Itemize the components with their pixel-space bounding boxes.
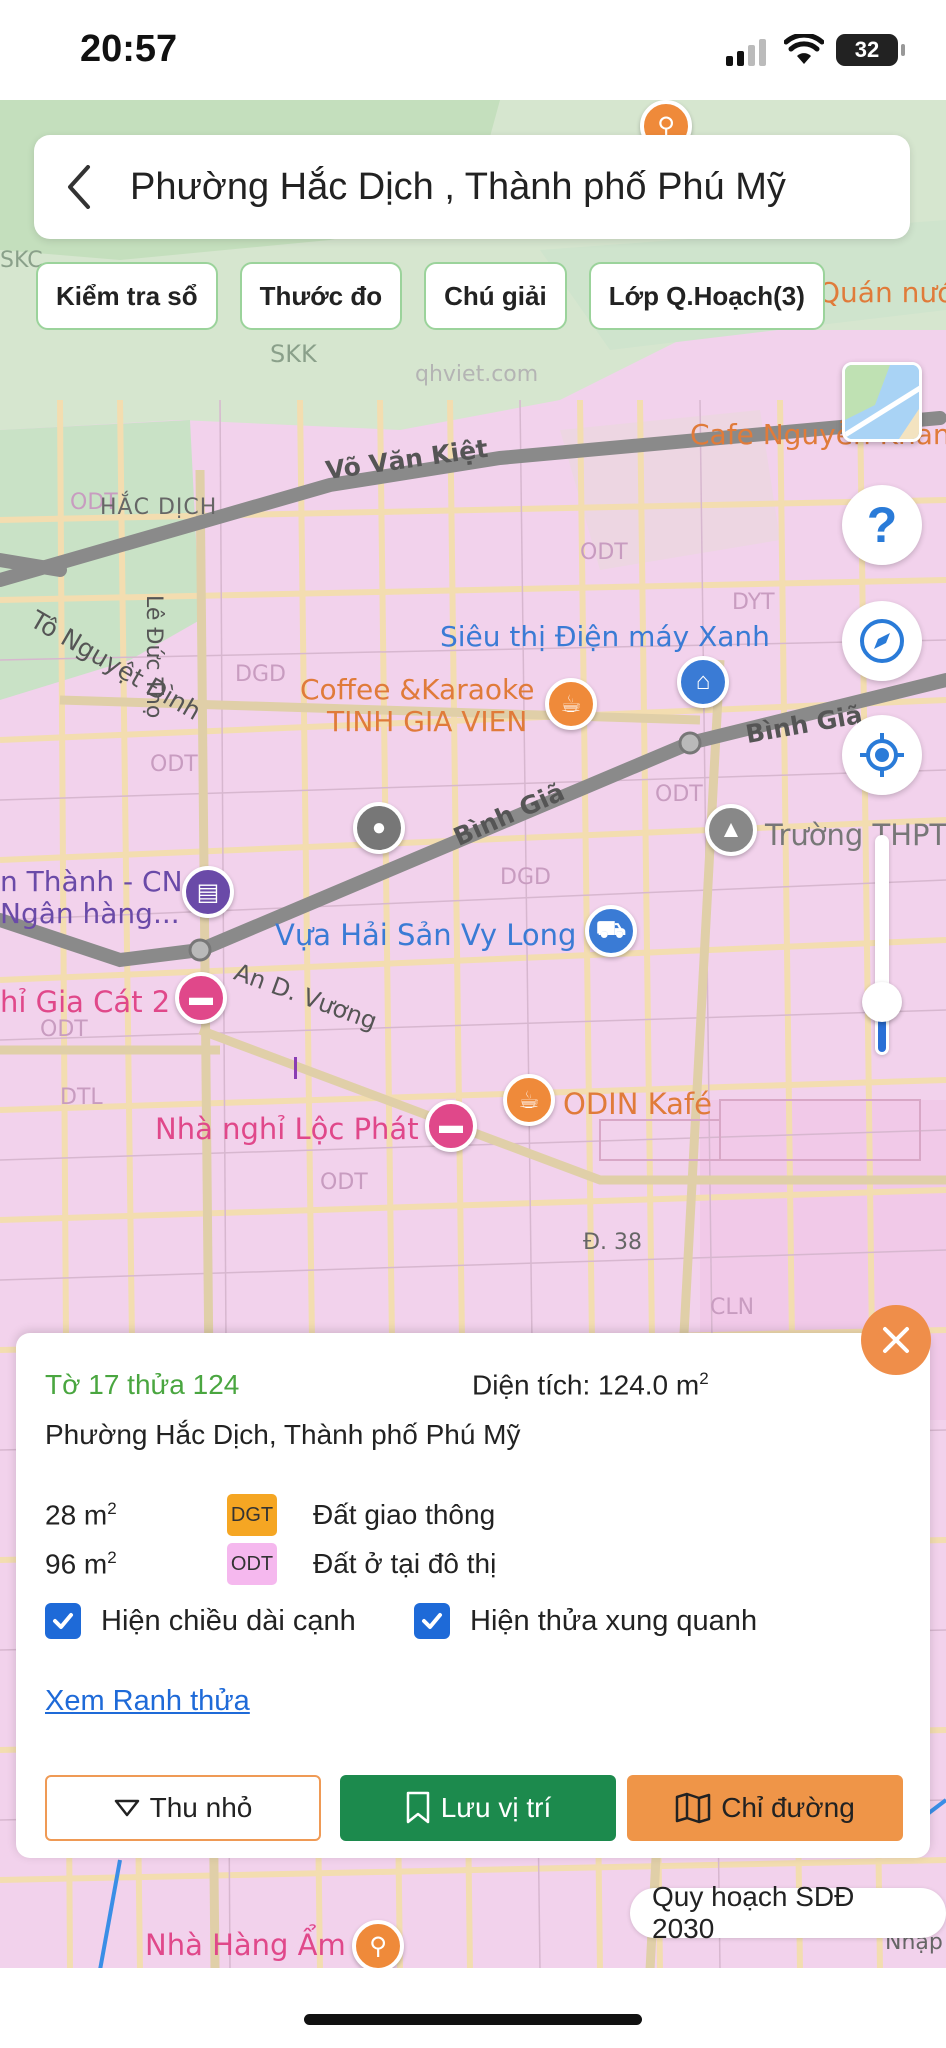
compass-icon (860, 619, 904, 663)
place-pin-icon[interactable]: ● (353, 802, 405, 854)
zone-label: ODT (40, 1017, 88, 1042)
view-boundary-link[interactable]: Xem Ranh thửa (45, 1685, 250, 1718)
close-panel-button[interactable] (861, 1305, 931, 1375)
land-use-name: Đất ở tại đô thị (313, 1548, 497, 1579)
minimize-button[interactable]: Thu nhỏ (45, 1775, 321, 1841)
page-title: Phường Hắc Dịch , Thành phố Phú Mỹ (130, 165, 786, 208)
my-location-button[interactable] (842, 715, 922, 795)
check-book-button[interactable]: Kiểm tra sổ (36, 262, 218, 330)
poi-label: ODIN Kafé (563, 1087, 712, 1121)
bottom-safe-area (0, 1968, 946, 2048)
compass-button[interactable] (842, 601, 922, 681)
zone-label: ODT (580, 540, 628, 565)
zone-label: ODT (150, 752, 198, 777)
zoom-slider-handle[interactable] (862, 982, 902, 1022)
area-label: HẮC DỊCH (100, 495, 218, 520)
directions-button[interactable]: Chỉ đường (627, 1775, 903, 1841)
checkbox-label: Hiện thửa xung quanh (470, 1604, 758, 1637)
close-icon (883, 1327, 909, 1353)
cellular-signal-icon (726, 38, 766, 66)
land-use-area: 28 m2 (45, 1498, 117, 1531)
poi-label: TINH GIA VIEN (327, 705, 528, 738)
question-icon: ? (867, 500, 898, 550)
home-indicator[interactable] (304, 2014, 642, 2025)
bank-icon[interactable]: ▤ (182, 866, 234, 918)
button-label: Chỉ đường (721, 1792, 855, 1823)
land-use-row: 96 m2 ODT Đất ở tại đô thị (45, 1542, 496, 1586)
zone-label: CLN (710, 1295, 755, 1320)
planning-layer-badge[interactable]: Quy hoạch SDĐ 2030 (630, 1881, 946, 1944)
show-neighbors-toggle[interactable]: Hiện thửa xung quanh (414, 1603, 757, 1639)
parcel-info-panel: Tờ 17 thửa 124 Diện tích: 124.0 m2 Phườn… (16, 1333, 930, 1858)
toolbar-chips: Kiểm tra sổ Thước đo Chú giải Lớp Q.Hoạc… (36, 262, 825, 330)
poi-label: n Thành - CN (0, 865, 183, 898)
map-icon (675, 1792, 711, 1824)
map-layer-icon (845, 365, 919, 439)
zone-label: DYT (732, 590, 775, 615)
svg-text:?: ? (867, 500, 898, 550)
button-label: Thu nhỏ (149, 1792, 253, 1823)
school-icon[interactable]: ▲ (705, 804, 757, 856)
cart-icon[interactable]: ⛟ (585, 905, 637, 957)
crosshair-icon (860, 733, 904, 777)
show-edge-length-toggle[interactable]: Hiện chiều dài cạnh (45, 1603, 356, 1639)
triangle-down-icon (114, 1799, 139, 1817)
poi-label: Trường THPT (765, 818, 946, 852)
poi-label: Ngân hàng... (0, 897, 180, 930)
legend-button[interactable]: Chú giải (424, 262, 567, 330)
zoom-slider[interactable] (875, 835, 889, 1055)
map-layer-toggle[interactable] (842, 362, 922, 442)
land-use-area: 96 m2 (45, 1547, 117, 1580)
poi-label: Nhà nghỉ Lộc Phát (155, 1112, 419, 1146)
map-watermark: qhviet.com (415, 362, 539, 387)
chevron-left-icon (68, 165, 90, 209)
road-label: Đ. 38 (583, 1230, 643, 1255)
area-unit-sup: 2 (699, 1369, 709, 1388)
status-bar: 20:57 32 (0, 0, 946, 100)
battery-icon: 32 (836, 34, 905, 66)
planning-layer-button[interactable]: Lớp Q.Hoạch(3) (588, 262, 825, 330)
measure-button[interactable]: Thước đo (239, 262, 403, 330)
checkbox-checked[interactable] (45, 1603, 81, 1639)
save-location-button[interactable]: Lưu vị trí (340, 1775, 616, 1841)
zone-label: ODT (320, 1170, 368, 1195)
parcel-address: Phường Hắc Dịch, Thành phố Phú Mỹ (45, 1419, 521, 1450)
hotel-icon[interactable]: ▬ (425, 1100, 477, 1152)
check-icon (422, 1613, 442, 1629)
status-time: 20:57 (80, 28, 178, 70)
parcel-id: Tờ 17 thửa 124 (45, 1369, 240, 1400)
location-header: Phường Hắc Dịch , Thành phố Phú Mỹ (34, 135, 910, 239)
zone-label: ODT (655, 782, 703, 807)
poi-label: hỉ Gia Cát 2 (0, 985, 171, 1019)
poi-label: Coffee &Karaoke (300, 673, 535, 706)
hotel-icon[interactable]: ▬ (175, 972, 227, 1024)
zone-label: DTL (60, 1085, 103, 1110)
zone-label: SKK (270, 340, 317, 368)
coffee-icon[interactable]: ☕ (503, 1074, 555, 1126)
poi-label: Nhà Hàng Ẩm (145, 1928, 346, 1962)
poi-label: Vựa Hải Sản Vy Long (275, 918, 577, 952)
wifi-icon (784, 34, 824, 64)
checkbox-label: Hiện chiều dài cạnh (101, 1604, 356, 1637)
check-icon (53, 1613, 73, 1629)
back-button[interactable] (34, 135, 124, 239)
land-use-code-badge: ODT (227, 1543, 277, 1585)
help-button[interactable]: ? (842, 485, 922, 565)
coffee-icon[interactable]: ☕ (545, 678, 597, 730)
zone-label: DGD (500, 865, 551, 890)
land-use-row: 28 m2 DGT Đất giao thông (45, 1493, 495, 1537)
poi-label: Siêu thị Điện máy Xanh (440, 620, 770, 653)
land-use-name: Đất giao thông (313, 1499, 496, 1530)
zone-label: DGD (235, 662, 286, 687)
land-use-code-badge: DGT (227, 1494, 277, 1536)
bookmark-icon (406, 1791, 429, 1824)
parcel-area-value: Diện tích: 124.0 m (472, 1369, 700, 1401)
restaurant-icon[interactable]: ⚲ (352, 1920, 404, 1970)
button-label: Lưu vị trí (440, 1792, 552, 1823)
parcel-area: Diện tích: 124.0 m2 (472, 1369, 709, 1401)
shop-icon[interactable]: ⌂ (677, 656, 729, 708)
poi-label: Quán nướ (818, 276, 946, 309)
checkbox-checked[interactable] (414, 1603, 450, 1639)
